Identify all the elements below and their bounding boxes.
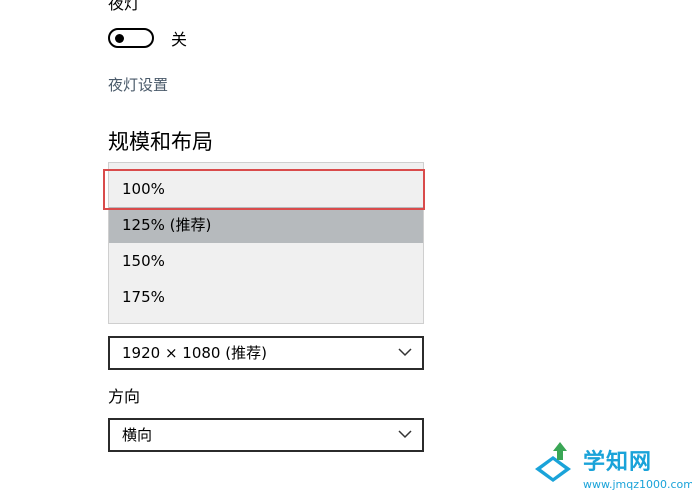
- watermark-url: www.jmqz1000.com: [583, 478, 692, 491]
- orientation-value: 横向: [122, 426, 153, 444]
- scale-layout-title: 规模和布局: [108, 130, 213, 154]
- chevron-down-icon: [398, 430, 412, 439]
- chevron-down-icon: [398, 348, 412, 357]
- annotation-highlight-box: [103, 169, 425, 210]
- scale-option-175[interactable]: 175%: [109, 279, 423, 315]
- scale-option-125[interactable]: 125% (推荐): [109, 207, 423, 243]
- orientation-label: 方向: [108, 387, 141, 406]
- orientation-select[interactable]: 横向: [108, 418, 424, 452]
- watermark-logo-icon: [535, 442, 571, 482]
- resolution-value: 1920 × 1080 (推荐): [122, 344, 267, 362]
- night-light-settings-link[interactable]: 夜灯设置: [108, 75, 168, 95]
- watermark-brand: 学知网: [583, 450, 653, 475]
- resolution-select[interactable]: 1920 × 1080 (推荐): [108, 336, 424, 370]
- night-light-toggle-label: 关: [171, 30, 188, 49]
- night-light-toggle[interactable]: [108, 28, 154, 48]
- scale-option-150[interactable]: 150%: [109, 243, 423, 279]
- toggle-knob: [115, 34, 124, 43]
- night-light-title: 夜灯: [108, 0, 141, 13]
